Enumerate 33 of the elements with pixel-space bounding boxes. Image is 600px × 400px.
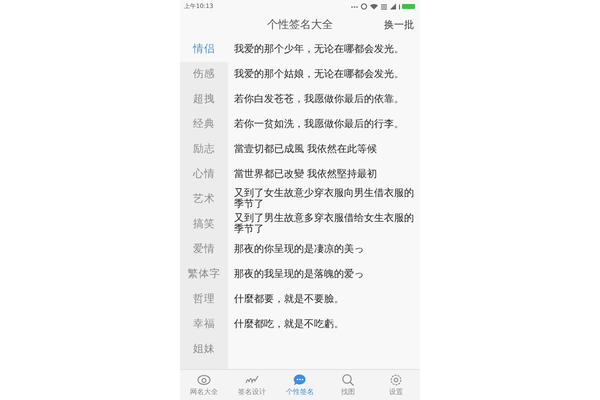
category-item[interactable]: 经典 — [180, 112, 228, 137]
category-item[interactable]: 姐妹 — [180, 336, 228, 362]
category-item[interactable]: 艺术 — [180, 186, 228, 212]
signature-text[interactable]: 又到了女生故意少穿衣服向男生借衣服的季节了 — [234, 186, 414, 212]
settings-icon — [389, 374, 403, 386]
chat-bubble-icon — [293, 374, 307, 386]
category-item[interactable]: 励志 — [180, 136, 228, 162]
signature-text[interactable]: 當世界都已改變 我依然堅持最初 — [234, 162, 414, 187]
category-item[interactable]: 伤感 — [180, 62, 228, 87]
status-icons-drawing — [350, 2, 416, 10]
category-item[interactable]: 情侣 — [180, 36, 228, 62]
page-title: 个性签名大全 — [266, 17, 334, 32]
signature-text[interactable]: 若你一贫如洗，我愿做你最后的行李。 — [234, 112, 414, 137]
category-item[interactable]: 哲理 — [180, 286, 228, 312]
category-item[interactable]: 超拽 — [180, 86, 228, 112]
signature-text[interactable]: 那夜的我呈现的是落魄的爱っ — [234, 262, 414, 287]
signature-text[interactable]: 我爱的那个姑娘，无论在哪都会发光。 — [234, 62, 414, 87]
search-icon — [341, 374, 355, 386]
category-item[interactable]: 爱情 — [180, 236, 228, 262]
signature-text[interactable]: 又到了男生故意多穿衣服借给女生衣服的季节了 — [234, 212, 414, 237]
signature-text[interactable]: 當壹切都已成風 我依然在此等候 — [234, 136, 414, 162]
signature-icon — [245, 374, 259, 386]
signature-text[interactable]: 我爱的那个少年，无论在哪都会发光。 — [234, 36, 414, 62]
signature-text[interactable]: 什麼都吃，就是不吃虧。 — [234, 312, 414, 337]
eye-icon — [197, 374, 211, 386]
signature-text[interactable]: 什麼都要，就是不要臉。 — [234, 286, 414, 312]
category-item[interactable]: 繁体字 — [180, 262, 228, 287]
category-item[interactable]: 搞笑 — [180, 212, 228, 237]
signature-text[interactable]: 那夜的你呈现的是凄凉的美っ — [234, 236, 414, 262]
signature-text[interactable]: 若你白发苍苍，我愿做你最后的依靠。 — [234, 86, 414, 112]
category-item[interactable]: 幸福 — [180, 312, 228, 337]
refresh-button[interactable]: 换一批 — [382, 18, 416, 32]
category-item[interactable]: 心情 — [180, 162, 228, 187]
